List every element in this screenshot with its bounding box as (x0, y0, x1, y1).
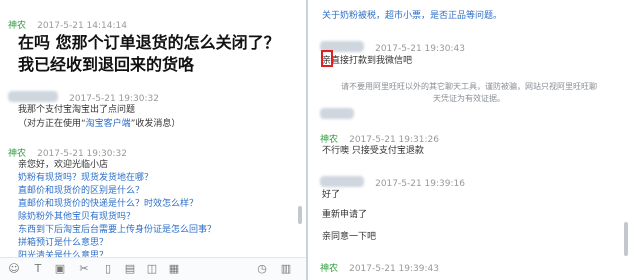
faq-link[interactable]: 除奶粉外其他宝贝有现货吗？ (18, 209, 135, 222)
redacted-username (8, 91, 58, 102)
video-icon[interactable]: ▯ (100, 261, 116, 277)
customer-message: 在吗 您那个订单退货的怎么关闭了？ 我已经收到退回来的货咯 (18, 33, 280, 74)
message-text: 亲直接打款到我微信吧 (322, 56, 413, 66)
emoji-icon[interactable]: ☺ (6, 261, 22, 277)
sender-name: 神农 (320, 264, 339, 274)
message-text: 我那个支付宝淘宝出了点问题 (18, 105, 136, 115)
sender-name: 神农 (8, 21, 27, 31)
timestamp: 2017-5-21 19:39:16 (375, 179, 465, 189)
chat-history-right: 关于奶粉被税，超市小票，是否正品等问题。 2017-5-21 19:30:43 … (308, 0, 640, 280)
message-header: 2017-5-21 19:39:16 (320, 171, 465, 190)
redacted-username (320, 108, 354, 119)
system-notice: 请不要用阿里旺旺以外的其它聊天工具，谨防被骗，网站只视阿里旺旺聊天凭证为有效证据… (341, 82, 597, 103)
message-header: 神农 2017-5-21 19:39:43 (320, 256, 439, 275)
input-toolbar: ☺ T ▣ ✂ ▯ ▤ ◫ ▦ ◷ ▥ (0, 257, 306, 280)
message-text: 亲同意一下吧 (322, 232, 377, 242)
chat-record-icon[interactable]: ▥ (278, 261, 294, 277)
scrollbar-thumb[interactable] (624, 222, 628, 256)
faq-link[interactable]: 拼箱预订是什么意思？ (18, 235, 108, 248)
timestamp: 2017-5-21 19:39:43 (349, 264, 439, 274)
history-icon[interactable]: ◷ (254, 261, 270, 277)
faq-link[interactable]: 东西到下后淘宝后台需要上传身份证是怎么回事？ (18, 222, 216, 235)
more-icon[interactable]: ▦ (166, 261, 182, 277)
text-icon[interactable]: T (30, 261, 46, 277)
faq-link[interactable]: 奶粉有现货吗？现货发货地在哪？ (18, 170, 153, 183)
client-status-note: （对方正在使用“淘宝客户端”收发消息） (18, 119, 181, 129)
highlight-box (321, 50, 333, 67)
faq-link[interactable]: 直邮价和现货价的快递是什么？时效怎么样？ (18, 196, 198, 209)
faq-link[interactable]: 直邮价和现货价的区别是什么？ (18, 183, 144, 196)
scissors-icon[interactable]: ✂ (76, 261, 92, 277)
redacted-username (320, 176, 364, 187)
chat-history-left: 神农 2017-5-21 14:14:14 在吗 您那个订单退货的怎么关闭了？ … (0, 0, 306, 280)
greeting-text: 亲您好，欢迎光临小店 (18, 160, 109, 170)
scrollbar-thumb[interactable] (298, 206, 302, 224)
message-text: 不行噢 只接受支付宝退款 (322, 146, 424, 156)
message-text: 关于奶粉被税，超市小票，是否正品等问题。 (322, 11, 503, 21)
image-icon[interactable]: ▣ (52, 261, 68, 277)
shake-icon[interactable]: ◫ (144, 261, 160, 277)
client-link[interactable]: 淘宝客户端 (86, 119, 131, 129)
message-text: 好了 (322, 190, 341, 200)
timestamp: 2017-5-21 14:14:14 (37, 21, 127, 31)
message-header: 神农 2017-5-21 14:14:14 (8, 13, 127, 32)
file-icon[interactable]: ▤ (122, 261, 138, 277)
redacted-line (320, 103, 360, 122)
message-text: 重新申请了 (322, 210, 368, 220)
